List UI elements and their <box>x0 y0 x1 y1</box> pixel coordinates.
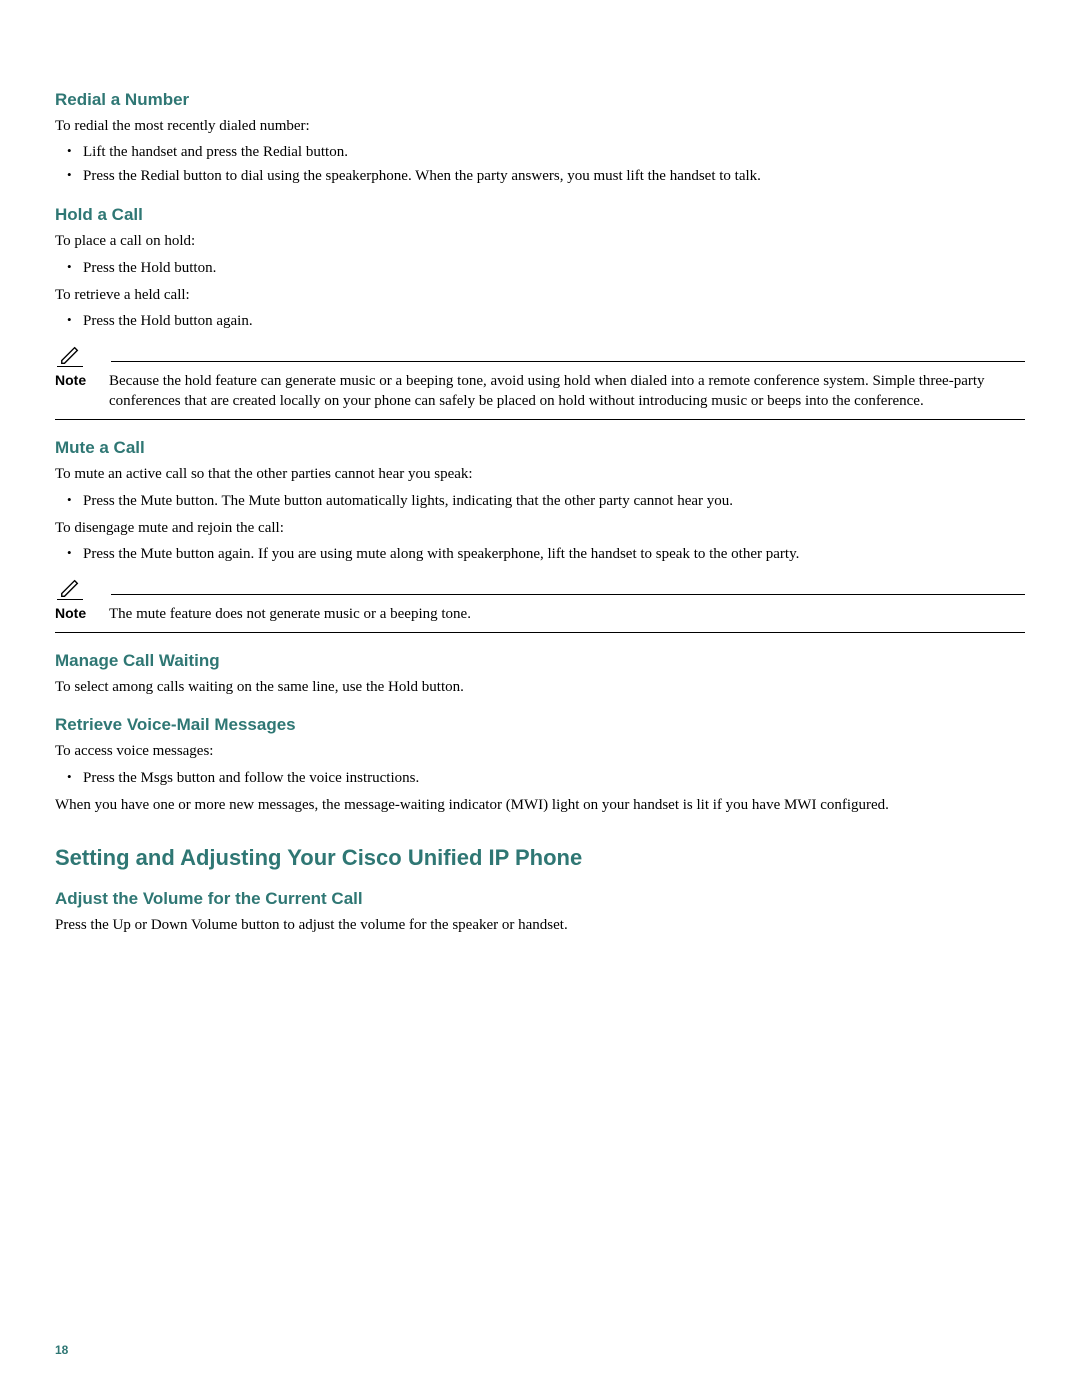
list-item: Press the Redial button to dial using th… <box>55 166 1025 187</box>
mute-bullets2: Press the Mute button again. If you are … <box>55 544 1025 565</box>
hold-intro1: To place a call on hold: <box>55 231 1025 251</box>
note-text: The mute feature does not generate music… <box>109 604 1025 624</box>
mute-note: Note The mute feature does not generate … <box>55 577 1025 633</box>
hold-note: Note Because the hold feature can genera… <box>55 344 1025 421</box>
list-item: Press the Mute button. The Mute button a… <box>55 491 1025 512</box>
call-waiting-body: To select among calls waiting on the sam… <box>55 677 1025 697</box>
heading-settings: Setting and Adjusting Your Cisco Unified… <box>55 845 1025 871</box>
mute-intro2: To disengage mute and rejoin the call: <box>55 518 1025 538</box>
note-label: Note <box>55 604 109 621</box>
adjust-volume-body: Press the Up or Down Volume button to ad… <box>55 915 1025 935</box>
voicemail-intro: To access voice messages: <box>55 741 1025 761</box>
heading-mute: Mute a Call <box>55 438 1025 458</box>
pencil-icon <box>59 577 81 599</box>
note-text: Because the hold feature can generate mu… <box>109 371 1025 412</box>
heading-voicemail: Retrieve Voice-Mail Messages <box>55 715 1025 735</box>
note-label: Note <box>55 371 109 388</box>
pencil-icon <box>59 344 81 366</box>
mute-bullets1: Press the Mute button. The Mute button a… <box>55 491 1025 512</box>
heading-call-waiting: Manage Call Waiting <box>55 651 1025 671</box>
hold-bullets1: Press the Hold button. <box>55 258 1025 279</box>
redial-intro: To redial the most recently dialed numbe… <box>55 116 1025 136</box>
redial-bullets: Lift the handset and press the Redial bu… <box>55 142 1025 187</box>
hold-intro2: To retrieve a held call: <box>55 285 1025 305</box>
heading-hold: Hold a Call <box>55 205 1025 225</box>
list-item: Press the Hold button again. <box>55 311 1025 332</box>
list-item: Press the Hold button. <box>55 258 1025 279</box>
list-item: Press the Mute button again. If you are … <box>55 544 1025 565</box>
mute-intro1: To mute an active call so that the other… <box>55 464 1025 484</box>
document-page: Redial a Number To redial the most recen… <box>0 0 1080 1397</box>
list-item: Lift the handset and press the Redial bu… <box>55 142 1025 163</box>
page-number: 18 <box>55 1343 68 1357</box>
heading-redial: Redial a Number <box>55 90 1025 110</box>
heading-adjust-volume: Adjust the Volume for the Current Call <box>55 889 1025 909</box>
voicemail-after: When you have one or more new messages, … <box>55 795 1025 815</box>
list-item: Press the Msgs button and follow the voi… <box>55 768 1025 789</box>
voicemail-bullets: Press the Msgs button and follow the voi… <box>55 768 1025 789</box>
hold-bullets2: Press the Hold button again. <box>55 311 1025 332</box>
